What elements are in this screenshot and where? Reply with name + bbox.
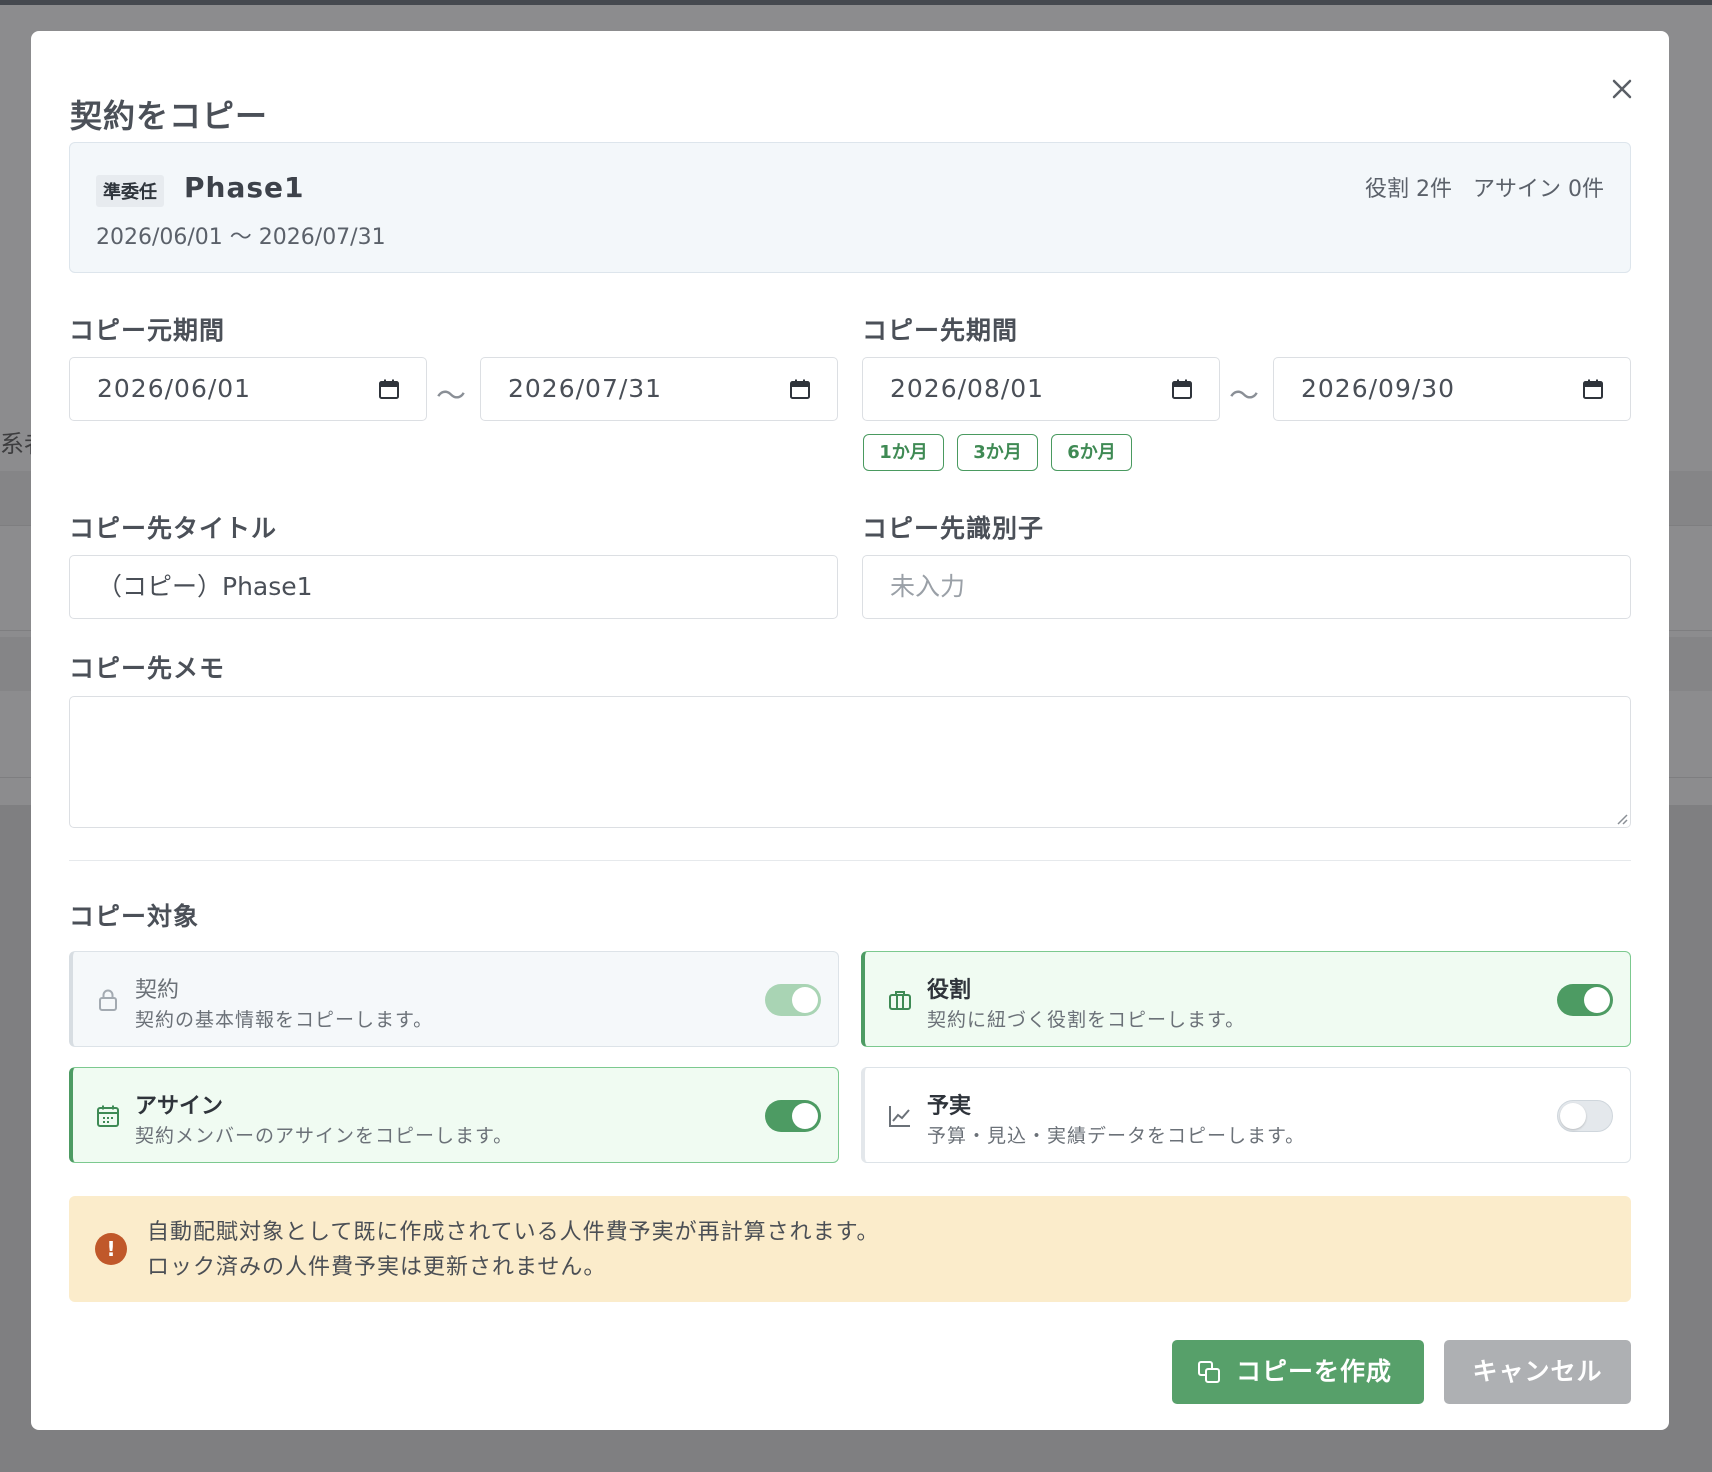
section-divider <box>69 860 1631 861</box>
target-identifier-label: コピー先識別子 <box>862 514 1045 543</box>
cancel-button[interactable]: キャンセル <box>1444 1340 1631 1404</box>
alert-message-line1: 自動配賦対象として既に作成されている人件費予実が再計算されます。 <box>147 1220 880 1245</box>
assign-toggle[interactable] <box>765 1100 821 1132</box>
target-period-separator: 〜 <box>1229 379 1259 414</box>
calendar-picker-icon[interactable] <box>1171 378 1193 400</box>
copy-target-title: 契約 <box>135 978 180 1003</box>
contract-period: 2026/06/01 〜 2026/07/31 <box>96 225 386 250</box>
contract-title: Phase1 <box>184 171 305 204</box>
briefcase-icon <box>889 991 911 1010</box>
preset-6-months-button[interactable]: 6か月 <box>1051 434 1132 471</box>
contract-counts: 役割 2件 アサイン 0件 <box>1351 171 1604 203</box>
preset-1-month-button[interactable]: 1か月 <box>863 434 944 471</box>
target-memo-textarea[interactable] <box>69 696 1631 828</box>
target-end-date-value: 2026/09/30 <box>1301 374 1456 403</box>
calendar-picker-icon[interactable] <box>789 378 811 400</box>
copy-targets-label: コピー対象 <box>69 902 200 931</box>
copy-target-description: 契約メンバーのアサインをコピーします。 <box>135 1125 514 1147</box>
roles-count: 役割 2件 <box>1365 177 1452 202</box>
source-end-date-value: 2026/07/31 <box>508 374 663 403</box>
resize-handle-icon[interactable] <box>1614 811 1628 825</box>
source-end-date-input[interactable]: 2026/07/31 <box>480 357 838 421</box>
create-copy-button[interactable]: コピーを作成 <box>1172 1340 1424 1404</box>
roles-toggle[interactable] <box>1557 984 1613 1016</box>
copy-target-title: 役割 <box>927 978 972 1003</box>
warning-alert: ! 自動配賦対象として既に作成されている人件費予実が再計算されます。 ロック済み… <box>69 1196 1631 1302</box>
toggle-knob <box>792 1103 818 1129</box>
toggle-knob <box>1560 1103 1586 1129</box>
copy-contract-dialog: 契約をコピー 準委任 Phase1 2026/06/01 〜 2026/07/3… <box>31 31 1669 1430</box>
copy-target-budget-card[interactable]: 予実 予算・見込・実績データをコピーします。 <box>861 1067 1631 1163</box>
budget-toggle[interactable] <box>1557 1100 1613 1132</box>
target-title-label: コピー先タイトル <box>69 514 278 543</box>
calendar-picker-icon[interactable] <box>378 378 400 400</box>
preset-3-months-button[interactable]: 3か月 <box>957 434 1038 471</box>
target-end-date-input[interactable]: 2026/09/30 <box>1273 357 1631 421</box>
source-start-date-value: 2026/06/01 <box>97 374 252 403</box>
calendar-picker-icon[interactable] <box>1582 378 1604 400</box>
lock-icon <box>99 989 117 1011</box>
target-memo-label: コピー先メモ <box>69 654 226 683</box>
copy-target-description: 契約の基本情報をコピーします。 <box>135 1009 434 1031</box>
copy-target-title: 予実 <box>927 1094 972 1119</box>
copy-icon <box>1198 1361 1220 1383</box>
target-period-label: コピー先期間 <box>862 316 1019 345</box>
contract-toggle <box>765 984 821 1016</box>
target-title-input[interactable]: （コピー）Phase1 <box>69 555 838 619</box>
copy-target-title: アサイン <box>135 1094 224 1119</box>
target-start-date-value: 2026/08/01 <box>890 374 1045 403</box>
close-icon[interactable] <box>1602 69 1642 109</box>
source-period-label: コピー元期間 <box>69 316 226 345</box>
source-period-separator: 〜 <box>436 379 466 414</box>
target-start-date-input[interactable]: 2026/08/01 <box>862 357 1220 421</box>
source-start-date-input[interactable]: 2026/06/01 <box>69 357 427 421</box>
copy-target-description: 予算・見込・実績データをコピーします。 <box>927 1125 1306 1147</box>
toggle-knob <box>1584 987 1610 1013</box>
calendar-icon <box>97 1105 119 1127</box>
copy-target-roles-card[interactable]: 役割 契約に紐づく役割をコピーします。 <box>861 951 1631 1047</box>
chart-icon <box>889 1106 910 1127</box>
warning-icon: ! <box>95 1233 127 1265</box>
dialog-title: 契約をコピー <box>70 97 269 135</box>
copy-target-assign-card[interactable]: アサイン 契約メンバーのアサインをコピーします。 <box>69 1067 839 1163</box>
alert-message-line2: ロック済みの人件費予実は更新されません。 <box>147 1255 607 1280</box>
contract-type-badge: 準委任 <box>96 175 164 207</box>
target-identifier-input[interactable]: 未入力 <box>862 555 1631 619</box>
toggle-knob <box>792 987 818 1013</box>
copy-target-description: 契約に紐づく役割をコピーします。 <box>927 1009 1246 1031</box>
copy-target-contract-card: 契約 契約の基本情報をコピーします。 <box>69 951 839 1047</box>
create-copy-label: コピーを作成 <box>1236 1357 1393 1386</box>
contract-summary: 準委任 Phase1 2026/06/01 〜 2026/07/31 役割 2件… <box>69 142 1631 273</box>
assign-count: アサイン 0件 <box>1473 177 1604 202</box>
